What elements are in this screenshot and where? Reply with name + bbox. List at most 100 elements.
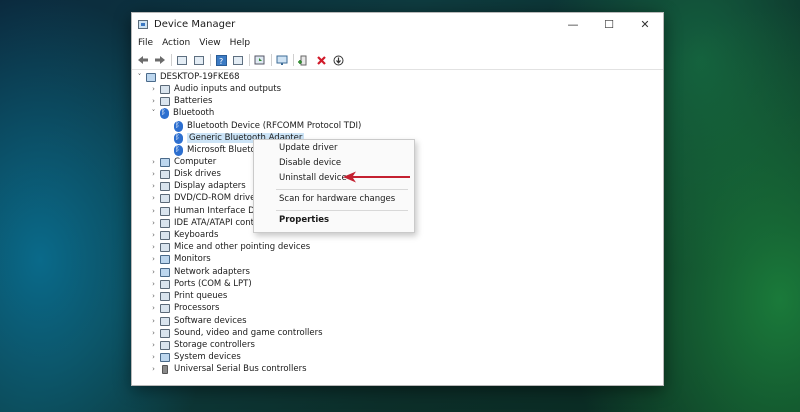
show-hide-tree-icon[interactable] — [175, 53, 189, 67]
toolbar-separator — [210, 54, 211, 66]
title-bar[interactable]: Device Manager — ☐ ✕ — [132, 13, 663, 35]
tree-item-usb[interactable]: › Universal Serial Bus controllers — [149, 363, 307, 375]
menu-file[interactable]: File — [138, 38, 153, 48]
help-icon[interactable]: ? — [214, 53, 228, 67]
view-icon[interactable] — [231, 53, 245, 67]
maximize-button[interactable]: ☐ — [591, 13, 627, 35]
tree-item-system[interactable]: › System devices — [149, 351, 241, 363]
expand-caret[interactable]: › — [149, 243, 158, 251]
tree-item-batteries[interactable]: › Batteries — [149, 95, 212, 107]
tree-root-label: DESKTOP-19FKE68 — [160, 72, 240, 82]
menu-action[interactable]: Action — [162, 38, 190, 48]
dvd-icon — [160, 193, 170, 203]
tree-item-label: Keyboards — [174, 230, 219, 240]
add-driver-icon[interactable] — [297, 53, 311, 67]
bluetooth-icon — [174, 132, 183, 144]
tree-item-network[interactable]: › Network adapters — [149, 266, 250, 278]
tree-item-label: Sound, video and game controllers — [174, 328, 323, 338]
tree-item-label: Network adapters — [174, 267, 250, 277]
window-title: Device Manager — [154, 18, 236, 30]
menu-help[interactable]: Help — [230, 38, 251, 48]
tree-item-disk-drives[interactable]: › Disk drives — [149, 168, 221, 180]
expand-caret[interactable]: › — [149, 207, 158, 215]
bluetooth-icon — [174, 120, 183, 132]
tree-item-processors[interactable]: › Processors — [149, 302, 219, 314]
minimize-button[interactable]: — — [555, 13, 591, 35]
expand-caret[interactable]: ˅ — [135, 73, 144, 81]
expand-caret[interactable]: › — [149, 292, 158, 300]
forward-arrow-icon[interactable] — [153, 53, 167, 67]
tree-item-ports[interactable]: › Ports (COM & LPT) — [149, 278, 252, 290]
monitor-icon — [160, 254, 170, 264]
expand-caret[interactable]: › — [149, 97, 158, 105]
system-icon — [160, 352, 170, 362]
update-driver-icon[interactable] — [253, 53, 267, 67]
expand-caret[interactable]: › — [149, 194, 158, 202]
tree-item-dvd[interactable]: › DVD/CD-ROM drives — [149, 192, 260, 204]
expand-caret[interactable]: › — [149, 85, 158, 93]
tree-item-audio[interactable]: › Audio inputs and outputs — [149, 83, 281, 95]
expand-caret[interactable]: › — [149, 329, 158, 337]
properties-menu-item[interactable]: Properties — [279, 215, 329, 225]
properties-icon[interactable] — [192, 53, 206, 67]
expand-caret[interactable]: › — [149, 341, 158, 349]
expand-caret[interactable]: › — [149, 365, 158, 373]
expand-caret[interactable]: › — [149, 158, 158, 166]
tree-item-label: Bluetooth — [173, 108, 215, 118]
tree-item-sound[interactable]: › Sound, video and game controllers — [149, 327, 323, 339]
tree-item-monitors[interactable]: › Monitors — [149, 253, 211, 265]
disable-device-menu-item[interactable]: Disable device — [279, 158, 341, 168]
sound-icon — [160, 328, 170, 338]
disk-icon — [160, 169, 170, 179]
collapse-caret[interactable]: ˅ — [149, 109, 158, 117]
expand-caret[interactable]: › — [149, 219, 158, 227]
uninstall-device-menu-item[interactable]: Uninstall device — [279, 173, 347, 183]
tree-item-label: Mice and other pointing devices — [174, 242, 311, 252]
tree-item-label: System devices — [174, 352, 241, 362]
expand-caret[interactable]: › — [149, 255, 158, 263]
toolbar-separator — [271, 54, 272, 66]
tree-root[interactable]: ˅ DESKTOP-19FKE68 — [135, 71, 240, 83]
tree-item-computer[interactable]: › Computer — [149, 156, 216, 168]
close-button[interactable]: ✕ — [627, 13, 663, 35]
device-manager-icon — [138, 19, 148, 29]
uninstall-x-icon[interactable] — [314, 53, 328, 67]
expand-caret[interactable]: › — [149, 268, 158, 276]
menu-view[interactable]: View — [199, 38, 220, 48]
tree-item-print-queues[interactable]: › Print queues — [149, 290, 227, 302]
menu-bar: File Action View Help — [132, 35, 663, 51]
expand-caret[interactable]: › — [149, 231, 158, 239]
tree-item-mice[interactable]: › Mice and other pointing devices — [149, 241, 310, 253]
usb-icon — [162, 364, 168, 374]
expand-caret[interactable]: › — [149, 170, 158, 178]
hid-icon — [160, 206, 170, 216]
toolbar: ? — [132, 51, 663, 70]
tree-item-label: Universal Serial Bus controllers — [174, 364, 307, 374]
expand-caret[interactable]: › — [149, 304, 158, 312]
tree-item-label: Display adapters — [174, 181, 246, 191]
back-arrow-icon[interactable] — [136, 53, 150, 67]
tree-item-ms-bt[interactable]: Microsoft Bluetoo — [163, 144, 261, 156]
expand-caret[interactable]: › — [149, 353, 158, 361]
toolbar-separator — [249, 54, 250, 66]
expand-caret[interactable]: › — [149, 280, 158, 288]
expand-caret[interactable]: › — [149, 317, 158, 325]
tree-item-keyboards[interactable]: › Keyboards — [149, 229, 218, 241]
update-driver-menu-item[interactable]: Update driver — [279, 143, 338, 153]
context-menu: Update driver Disable device Uninstall d… — [253, 139, 415, 233]
tree-item-bluetooth[interactable]: ˅ Bluetooth — [149, 107, 214, 119]
monitor-icon[interactable] — [275, 53, 289, 67]
tree-item-label: Monitors — [174, 254, 211, 264]
tree-item-ide[interactable]: › IDE ATA/ATAPI contro — [149, 217, 262, 229]
tree-item-label: Bluetooth Device (RFCOMM Protocol TDI) — [187, 121, 362, 131]
scan-hardware-changes-menu-item[interactable]: Scan for hardware changes — [279, 194, 395, 204]
tree-item-software[interactable]: › Software devices — [149, 315, 246, 327]
tree-item-display-adapters[interactable]: › Display adapters — [149, 180, 246, 192]
download-icon[interactable] — [331, 53, 345, 67]
tree-item-label: Print queues — [174, 291, 228, 301]
expand-caret[interactable]: › — [149, 182, 158, 190]
tree-item-bt-rfcomm[interactable]: Bluetooth Device (RFCOMM Protocol TDI) — [163, 120, 361, 132]
red-arrow-annotation — [343, 171, 410, 183]
tree-item-storage[interactable]: › Storage controllers — [149, 339, 255, 351]
tree-item-label: Microsoft Bluetoo — [187, 145, 261, 155]
